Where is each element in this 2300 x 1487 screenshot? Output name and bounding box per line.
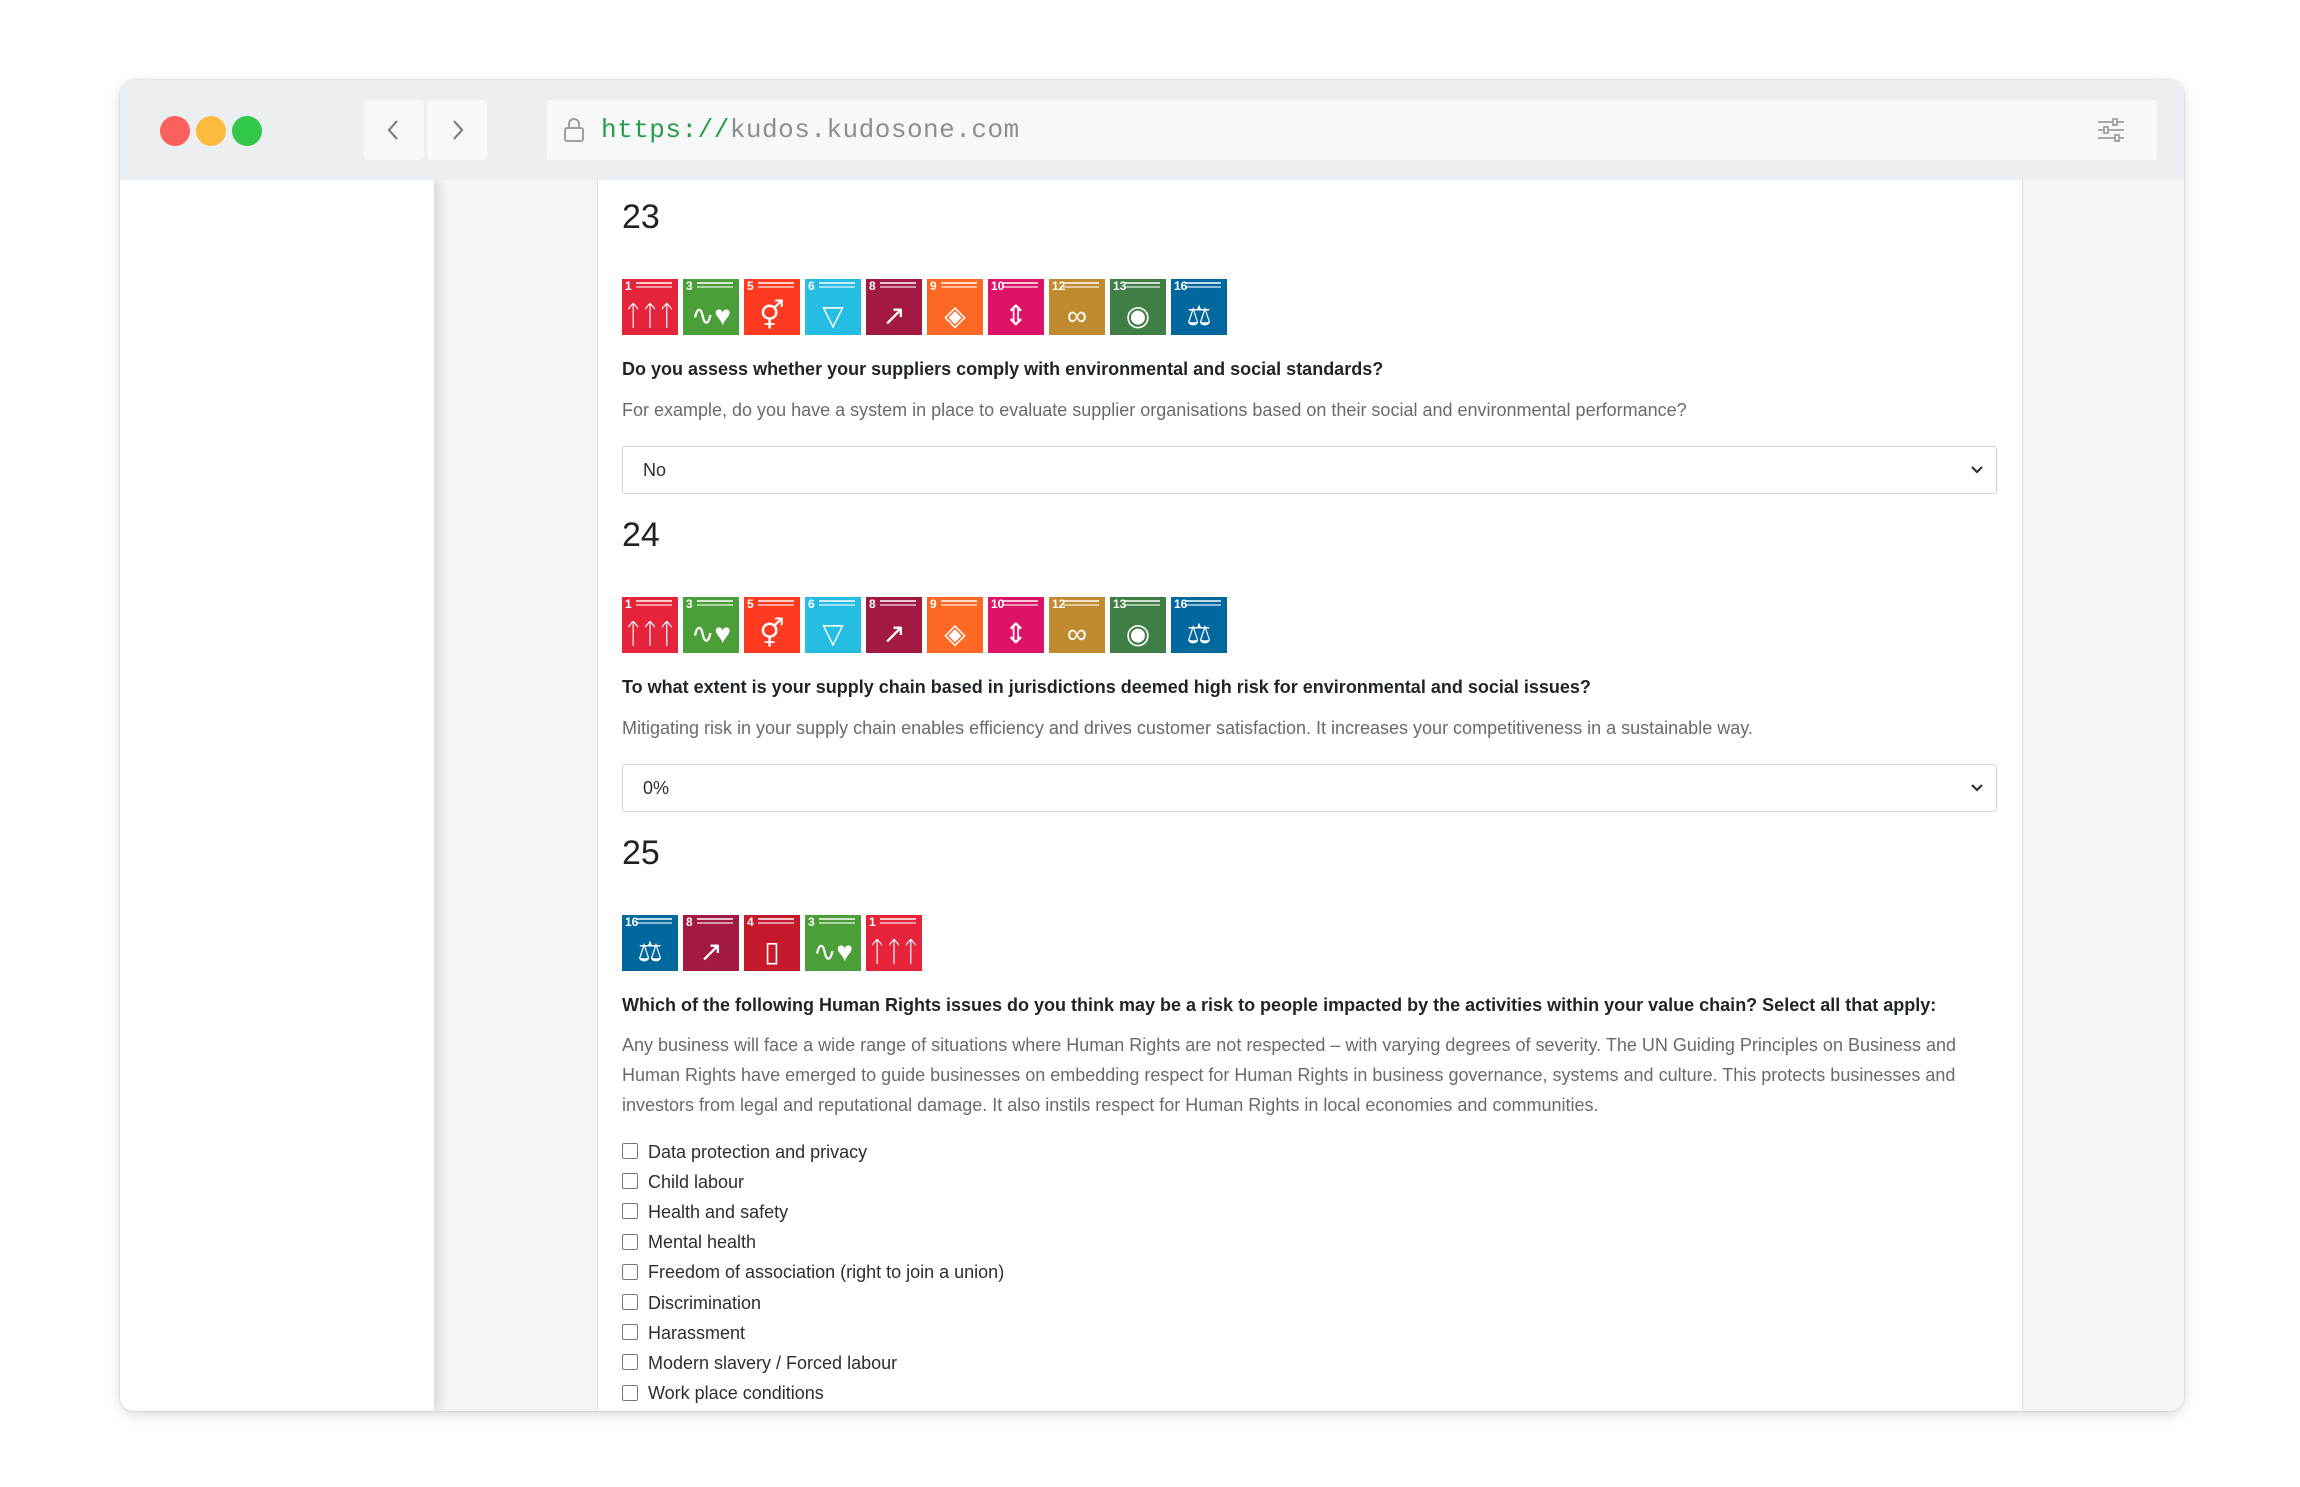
checkbox-label: Child labour	[648, 1171, 745, 1192]
quality-education-icon: 4 ▯	[744, 915, 800, 971]
checkbox[interactable]	[622, 1294, 638, 1311]
checkbox-label: Freedom of association (right to join a …	[648, 1262, 1005, 1283]
peace-justice-icon: 16 ⚖	[1171, 597, 1227, 653]
sdg-icons: 16 ⚖ 8 ↗ 4 ▯ 3 ∿♥ 1 ᛏᛏᛏ	[622, 915, 922, 971]
lock-icon	[559, 115, 589, 145]
back-button[interactable]	[364, 100, 424, 160]
checkbox[interactable]	[622, 1203, 638, 1220]
checkbox-option[interactable]: Health and safety	[622, 1197, 1004, 1227]
checkbox-option[interactable]: Work place conditions	[622, 1379, 1004, 1409]
browser-toolbar: https://kudos.kudosone.com	[120, 80, 2184, 180]
question-title: Which of the following Human Rights issu…	[622, 995, 1937, 1015]
question-title: Do you assess whether your suppliers com…	[622, 359, 1384, 379]
gender-equality-icon: 5 ⚥	[744, 279, 800, 335]
checkbox-option[interactable]: Mental health	[622, 1228, 1004, 1258]
checkbox-option[interactable]: Child labour	[622, 1167, 1004, 1197]
decent-work-icon: 8 ↗	[683, 915, 739, 971]
checkbox-label: Harassment	[648, 1322, 746, 1343]
url-protocol: https://	[601, 115, 730, 145]
reduced-inequalities-icon: 10 ⇕	[988, 597, 1044, 653]
gender-equality-icon: 5 ⚥	[744, 597, 800, 653]
minimize-window-button[interactable]	[196, 116, 226, 146]
checkbox-option[interactable]: Modern slavery / Forced labour	[622, 1348, 1004, 1378]
checkbox-option[interactable]: Harassment	[622, 1318, 1004, 1348]
checkbox-option[interactable]: Data protection and privacy	[622, 1137, 1004, 1167]
checkbox-label: Health and safety	[648, 1201, 789, 1222]
chevron-left-icon	[387, 120, 398, 140]
checkbox[interactable]	[622, 1233, 638, 1250]
checkbox[interactable]	[622, 1173, 638, 1190]
clean-water-icon: 6 ▽	[805, 597, 861, 653]
answer-select[interactable]: 0%	[622, 764, 1997, 812]
answer-select[interactable]: No	[622, 446, 1997, 494]
sidebar	[120, 180, 434, 1411]
sdg-icons: 1 ᛏᛏᛏ 3 ∿♥ 5 ⚥ 6 ▽ 8 ↗ 9 ◈ 10 ⇕ 12 ∞ 13 ◉ 16 ⚖	[622, 597, 1227, 653]
question-number: 23	[622, 198, 660, 236]
checkbox[interactable]	[622, 1384, 638, 1401]
checkbox-option[interactable]: Freedom of association (right to join a …	[622, 1258, 1004, 1288]
url-host: kudos.kudosone.com	[729, 115, 1020, 145]
chevron-down-icon	[1970, 783, 1984, 793]
climate-action-icon: 13 ◉	[1110, 279, 1166, 335]
sliders-icon	[2098, 118, 2124, 142]
question-title: To what extent is your supply chain base…	[622, 677, 1591, 697]
url-text: https://kudos.kudosone.com	[601, 115, 1020, 145]
industry-innovation-icon: 9 ◈	[927, 597, 983, 653]
address-bar[interactable]: https://kudos.kudosone.com	[547, 100, 2157, 160]
clean-water-icon: 6 ▽	[805, 279, 861, 335]
question-number: 24	[622, 516, 660, 554]
checkbox-label: Work place conditions	[648, 1383, 824, 1404]
responsible-consumption-icon: 12 ∞	[1049, 597, 1105, 653]
climate-action-icon: 13 ◉	[1110, 597, 1166, 653]
responsible-consumption-icon: 12 ∞	[1049, 279, 1105, 335]
no-poverty-icon: 1 ᛏᛏᛏ	[866, 915, 922, 971]
good-health-icon: 3 ∿♥	[683, 597, 739, 653]
decent-work-icon: 8 ↗	[866, 279, 922, 335]
question-description: For example, do you have a system in pla…	[622, 400, 1687, 420]
close-window-button[interactable]	[160, 116, 190, 146]
checkbox-option[interactable]: Discrimination	[622, 1288, 1004, 1318]
questionnaire-card: 23 1 ᛏᛏᛏ 3 ∿♥ 5 ⚥ 6 ▽ 8 ↗ 9 ◈ 10 ⇕ 12 ∞ 13 ◉ 16 ⚖ Do you as…	[597, 180, 2023, 1411]
checkbox-list: Data protection and privacy Child labour…	[622, 1137, 1004, 1409]
select-value: 0%	[643, 777, 670, 798]
browser-window: https://kudos.kudosone.com 23 1 ᛏᛏᛏ 3 ∿♥ 5 ⚥ 6…	[120, 80, 2184, 1411]
industry-innovation-icon: 9 ◈	[927, 279, 983, 335]
sdg-icons: 1 ᛏᛏᛏ 3 ∿♥ 5 ⚥ 6 ▽ 8 ↗ 9 ◈ 10 ⇕ 12 ∞ 13 ◉ 16 ⚖	[622, 279, 1227, 335]
reduced-inequalities-icon: 10 ⇕	[988, 279, 1044, 335]
chevron-right-icon	[453, 120, 464, 140]
checkbox[interactable]	[622, 1143, 638, 1160]
peace-justice-icon: 16 ⚖	[622, 915, 678, 971]
checkbox[interactable]	[622, 1324, 638, 1341]
decent-work-icon: 8 ↗	[866, 597, 922, 653]
good-health-icon: 3 ∿♥	[805, 915, 861, 971]
checkbox[interactable]	[622, 1354, 638, 1371]
question-description: Any business will face a wide range of s…	[622, 1035, 1957, 1115]
good-health-icon: 3 ∿♥	[683, 279, 739, 335]
question-description: Mitigating risk in your supply chain ena…	[622, 718, 1753, 738]
question-number: 25	[622, 834, 660, 872]
maximize-window-button[interactable]	[232, 116, 262, 146]
peace-justice-icon: 16 ⚖	[1171, 279, 1227, 335]
page-viewport: 23 1 ᛏᛏᛏ 3 ∿♥ 5 ⚥ 6 ▽ 8 ↗ 9 ◈ 10 ⇕ 12 ∞ 13 ◉ 16 ⚖ Do you as…	[120, 180, 2184, 1411]
checkbox-label: Data protection and privacy	[648, 1141, 868, 1162]
chevron-down-icon	[1970, 465, 1984, 475]
checkbox-label: Modern slavery / Forced labour	[648, 1352, 898, 1373]
no-poverty-icon: 1 ᛏᛏᛏ	[622, 597, 678, 653]
no-poverty-icon: 1 ᛏᛏᛏ	[622, 279, 678, 335]
select-value: No	[643, 459, 667, 480]
checkbox-label: Discrimination	[648, 1292, 762, 1313]
checkbox-label: Mental health	[648, 1232, 757, 1253]
checkbox[interactable]	[622, 1263, 638, 1280]
settings-button[interactable]	[2080, 100, 2142, 160]
forward-button[interactable]	[427, 100, 487, 160]
